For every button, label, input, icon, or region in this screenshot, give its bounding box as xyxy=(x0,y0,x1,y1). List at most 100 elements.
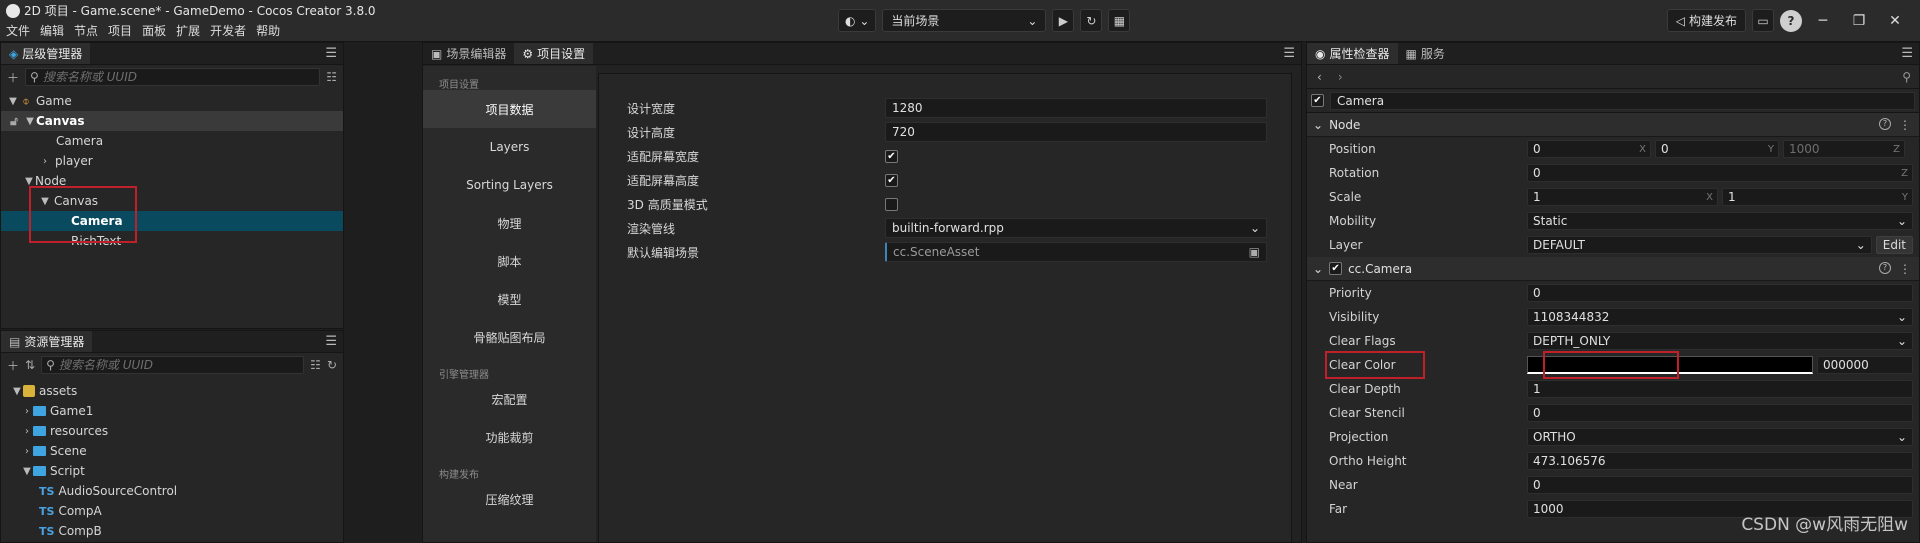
asset-item-game1[interactable]: › Game1 xyxy=(1,401,343,421)
asset-item-compb[interactable]: TS CompB xyxy=(1,521,343,541)
sidebar-item-feature-cropping[interactable]: 功能裁剪 xyxy=(423,418,596,456)
hierarchy-search-input[interactable] xyxy=(42,70,316,84)
refresh-icon[interactable]: ↻ xyxy=(327,358,337,372)
asset-item-resources[interactable]: › resources xyxy=(1,421,343,441)
sidebar-item-project-data[interactable]: 项目数据 xyxy=(423,90,596,128)
menu-file[interactable]: 文件 xyxy=(6,22,30,39)
position-x-input[interactable]: 0X xyxy=(1527,140,1651,158)
clear-depth-input[interactable]: 1 xyxy=(1527,380,1913,398)
camera-enabled-checkbox[interactable]: ✔ xyxy=(1329,262,1343,275)
hq-mode-checkbox[interactable] xyxy=(885,197,898,211)
tree-item-richtext[interactable]: RichText xyxy=(1,231,343,251)
collapse-all-icon[interactable]: ☷ xyxy=(310,358,321,372)
mobility-select[interactable]: Static ⌄ xyxy=(1527,212,1913,230)
sidebar-item-skeleton-layout[interactable]: 骨骼贴图布局 xyxy=(423,318,596,356)
clear-flags-select[interactable]: DEPTH_ONLY ⌄ xyxy=(1527,332,1913,350)
expand-arrow-icon[interactable]: › xyxy=(21,426,33,437)
priority-input[interactable]: 0 xyxy=(1527,284,1913,302)
camera-section-header[interactable]: ⌄ ✔ cc.Camera ? ⋮ xyxy=(1307,257,1919,281)
help-button[interactable]: ? xyxy=(1780,9,1802,32)
asset-item-compa[interactable]: TS CompA xyxy=(1,501,343,521)
close-button[interactable]: ✕ xyxy=(1880,13,1910,29)
expand-arrow-icon[interactable]: ▼ xyxy=(7,96,19,107)
design-width-input[interactable]: 1280 xyxy=(885,98,1267,118)
node-active-checkbox[interactable]: ✔ xyxy=(1311,94,1324,107)
design-height-input[interactable]: 720 xyxy=(885,122,1267,142)
scale-y-input[interactable]: 1Y xyxy=(1722,188,1913,206)
sidebar-item-script[interactable]: 脚本 xyxy=(423,242,596,280)
sidebar-item-macro[interactable]: 宏配置 xyxy=(423,380,596,418)
rotation-input[interactable]: 0Z xyxy=(1527,164,1913,182)
menu-panel[interactable]: 面板 xyxy=(142,22,166,39)
sidebar-item-layers[interactable]: Layers xyxy=(423,128,596,166)
add-node-icon[interactable]: ＋ xyxy=(7,69,19,86)
build-button[interactable]: ◁ 构建发布 xyxy=(1666,9,1746,32)
menu-node[interactable]: 节点 xyxy=(74,22,98,39)
back-icon[interactable]: ‹ xyxy=(1317,70,1322,84)
tab-project-settings[interactable]: ⚙ 项目设置 xyxy=(514,43,594,64)
scale-x-input[interactable]: 1X xyxy=(1527,188,1718,206)
position-z-input[interactable]: 1000 Z xyxy=(1783,140,1905,158)
pipeline-select[interactable]: builtin-forward.rpp ⌄ xyxy=(885,218,1267,238)
tab-assets[interactable]: ▤ 资源管理器 xyxy=(1,331,93,352)
node-name-input[interactable]: Camera xyxy=(1330,91,1915,110)
tab-hierarchy[interactable]: ◈ 层级管理器 xyxy=(1,43,91,64)
panel-menu-icon[interactable]: ☰ xyxy=(1283,46,1295,61)
sidebar-item-sorting-layers[interactable]: Sorting Layers xyxy=(423,166,596,204)
panel-menu-icon[interactable]: ☰ xyxy=(1901,46,1913,61)
minimize-button[interactable]: ─ xyxy=(1808,13,1838,29)
menu-help[interactable]: 帮助 xyxy=(256,22,280,39)
tree-item-canvas[interactable]: 🔓︎ ▼ Canvas xyxy=(1,111,343,131)
visibility-select[interactable]: 1108344832 ⌄ xyxy=(1527,308,1913,326)
more-icon[interactable]: ⋮ xyxy=(1899,118,1911,132)
expand-arrow-icon[interactable]: › xyxy=(21,446,33,457)
tab-scene-editor[interactable]: ▣ 场景编辑器 xyxy=(423,43,515,64)
tab-inspector[interactable]: ◉ 属性检查器 xyxy=(1307,43,1398,64)
sidebar-item-model[interactable]: 模型 xyxy=(423,280,596,318)
projection-select[interactable]: ORTHO ⌄ xyxy=(1527,428,1913,446)
collapse-all-icon[interactable]: ☷ xyxy=(326,70,337,84)
asset-item-script[interactable]: ▼ Script xyxy=(1,461,343,481)
qrcode-button[interactable]: ▦ xyxy=(1108,9,1131,32)
menu-edit[interactable]: 编辑 xyxy=(40,22,64,39)
assets-search-input[interactable] xyxy=(58,358,300,372)
add-asset-icon[interactable]: ＋ xyxy=(7,357,19,374)
asset-item-audiosourcecontrol[interactable]: TS AudioSourceControl xyxy=(1,481,343,501)
forward-icon[interactable]: › xyxy=(1338,70,1343,84)
sidebar-item-physics[interactable]: 物理 xyxy=(423,204,596,242)
expand-arrow-icon[interactable]: › xyxy=(39,156,51,167)
menu-developer[interactable]: 开发者 xyxy=(210,22,246,39)
expand-arrow-icon[interactable]: ▼ xyxy=(24,116,36,127)
clear-color-swatch[interactable] xyxy=(1527,356,1813,374)
fit-width-checkbox[interactable]: ✔ xyxy=(885,149,898,163)
tree-item-canvas-child[interactable]: ▼ Canvas xyxy=(1,191,343,211)
sidebar-item-compress-texture[interactable]: 压缩纹理 xyxy=(423,480,596,518)
lock-icon[interactable]: 🔓︎ xyxy=(7,114,21,129)
sort-icon[interactable]: ⇅ xyxy=(25,358,35,372)
expand-arrow-icon[interactable]: › xyxy=(21,406,33,417)
expand-arrow-icon[interactable]: ▼ xyxy=(23,176,35,187)
refresh-button[interactable]: ↻ xyxy=(1080,9,1103,32)
help-icon[interactable]: ? xyxy=(1879,117,1891,130)
expand-arrow-icon[interactable]: ▼ xyxy=(21,466,33,477)
tree-item-camera[interactable]: Camera xyxy=(1,131,343,151)
near-input[interactable]: 0 xyxy=(1527,476,1913,494)
tab-service[interactable]: ▦ 服务 xyxy=(1397,43,1453,64)
more-icon[interactable]: ⋮ xyxy=(1899,262,1911,276)
open-folder-button[interactable]: ▭ xyxy=(1752,9,1774,32)
panel-menu-icon[interactable]: ☰ xyxy=(325,46,337,61)
fit-height-checkbox[interactable]: ✔ xyxy=(885,173,898,187)
expand-arrow-icon[interactable]: ▼ xyxy=(39,196,51,207)
layer-select[interactable]: DEFAULT ⌄ xyxy=(1527,236,1872,254)
default-scene-asset-field[interactable]: cc.SceneAsset ▣ xyxy=(885,242,1267,262)
tree-item-camera-selected[interactable]: Camera xyxy=(1,211,343,231)
asset-item-scene[interactable]: › Scene xyxy=(1,441,343,461)
asset-item-assets[interactable]: ▼ assets xyxy=(1,381,343,401)
ortho-height-input[interactable]: 473.106576 xyxy=(1527,452,1913,470)
expand-arrow-icon[interactable]: ▼ xyxy=(11,386,23,397)
position-y-input[interactable]: 0Y xyxy=(1655,140,1779,158)
play-button[interactable]: ▶ xyxy=(1052,9,1075,32)
pin-icon[interactable]: ⚲ xyxy=(1902,70,1911,84)
help-icon[interactable]: ? xyxy=(1879,261,1891,274)
platform-select[interactable]: ◐ ⌄ xyxy=(838,9,877,32)
